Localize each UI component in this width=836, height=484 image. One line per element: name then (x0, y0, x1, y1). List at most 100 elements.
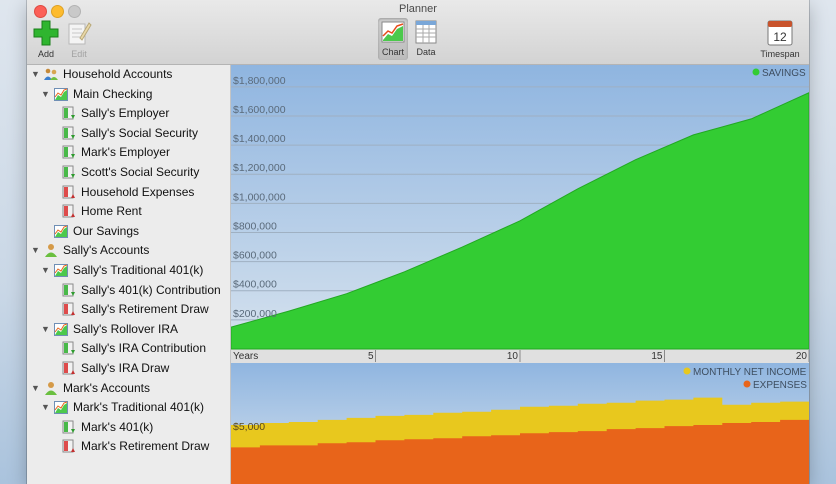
add-button[interactable]: Add (31, 20, 61, 59)
sidebar-item-label: Mark's Traditional 401(k) (73, 400, 205, 415)
account-chart-icon (54, 264, 68, 277)
sidebar-item[interactable]: ▼ Main Checking (27, 85, 230, 105)
disclosure-triangle-icon[interactable]: ▼ (31, 245, 40, 255)
savings-y-tick-label: $600,000 (233, 250, 277, 262)
monthly-net-income-legend-label: MONTHLY NET INCOME (693, 367, 807, 378)
disclosure-triangle-icon[interactable]: ▼ (41, 402, 50, 412)
income-icon (62, 341, 75, 355)
sidebar-item[interactable]: Sally's Employer (27, 104, 230, 124)
account-chart-icon (54, 401, 68, 415)
window-title: Planner (399, 3, 437, 15)
title-bar: Planner Add Edit Chart Data 12 Timespan (27, 0, 809, 65)
x-tick-label: 15 (651, 351, 663, 362)
chart-view-button[interactable]: Chart (378, 18, 408, 60)
savings-y-tick-label: $1,200,000 (233, 162, 286, 174)
sidebar-item[interactable]: ▼ Sally's Rollover IRA (27, 320, 230, 340)
data-view-button[interactable]: Data (411, 20, 441, 57)
savings-y-tick-label: $1,800,000 (233, 75, 286, 87)
chart-label: Chart (381, 47, 404, 57)
income-icon (62, 106, 75, 120)
x-axis-title: Years (233, 351, 258, 362)
edit-button[interactable]: Edit (64, 20, 94, 59)
income-icon (62, 283, 75, 297)
expenses-legend-swatch (743, 380, 751, 388)
disclosure-triangle-icon[interactable]: ▼ (41, 324, 50, 334)
sidebar-item-label: Home Rent (81, 204, 142, 219)
savings-legend-label: SAVINGS (762, 68, 806, 79)
savings-y-tick-label: $1,000,000 (233, 191, 286, 203)
income-y-axis-labels: $5,000 (233, 421, 265, 433)
sidebar-item-label: Main Checking (73, 86, 153, 101)
sidebar-item[interactable]: Our Savings (27, 222, 230, 242)
sidebar-item-label: Mark's Employer (81, 145, 170, 160)
sidebar-item[interactable]: Mark's Employer (27, 143, 230, 163)
savings-y-tick-label: $200,000 (233, 308, 277, 320)
expense-icon (62, 361, 75, 375)
sidebar-item[interactable]: Sally's IRA Contribution (27, 339, 230, 359)
sidebar-item[interactable]: Scott's Social Security (27, 163, 230, 183)
person-icon (45, 381, 57, 395)
calendar-icon: 12 (767, 20, 793, 46)
edit-label: Edit (71, 49, 87, 59)
account-chart-icon (54, 322, 68, 336)
income-icon (62, 420, 75, 434)
table-icon (415, 20, 437, 44)
sidebar-item-label: Sally's Traditional 401(k) (73, 263, 204, 277)
sidebar-item[interactable]: Mark's Retirement Draw (27, 437, 230, 457)
sidebar-item[interactable]: ▼ Sally's Traditional 401(k) (27, 261, 230, 281)
sidebar-item[interactable]: ▼ Household Accounts (27, 65, 230, 85)
expense-icon (62, 185, 75, 199)
expense-icon (62, 204, 75, 218)
sidebar-item-label: Sally's IRA Contribution (81, 341, 207, 356)
expense-icon (62, 302, 75, 316)
sidebar-item-label: Sally's Employer (81, 106, 170, 121)
disclosure-triangle-icon[interactable]: ▼ (31, 69, 40, 79)
sidebar-item-label: Mark's 401(k) (81, 419, 154, 434)
sidebar-item[interactable]: Mark's 401(k) (27, 418, 230, 438)
edit-pencil-icon (68, 22, 92, 45)
sidebar-item[interactable]: ▼ Mark's Accounts (27, 379, 230, 399)
sidebar-item-label: Household Expenses (81, 184, 195, 199)
sidebar-item[interactable]: ▼ Mark's Traditional 401(k) (27, 398, 230, 418)
sidebar-item[interactable]: Sally's Social Security (27, 124, 230, 144)
sidebar-item-label: Mark's Accounts (63, 380, 150, 395)
disclosure-triangle-icon[interactable]: ▼ (31, 383, 40, 393)
monthly-net-income-legend-swatch (683, 367, 691, 375)
sidebar-item-label: Household Accounts (63, 67, 173, 81)
sidebar-item-label: Sally's Accounts (63, 243, 150, 258)
disclosure-triangle-icon[interactable]: ▼ (41, 265, 50, 275)
planner-window: Planner Add Edit Chart Data 12 Timespan … (27, 0, 809, 484)
sidebar-item[interactable]: Sally's 401(k) Contribution (27, 281, 230, 301)
charts-svg: $200,000 $400,000 $600,000 $800,000 $1,000,0… (231, 65, 809, 484)
disclosure-triangle-icon[interactable]: ▼ (41, 89, 50, 99)
sidebar-item-label: Our Savings (73, 223, 140, 238)
income-icon (62, 165, 75, 179)
sidebar-item-label: Sally's Retirement Draw (81, 302, 209, 317)
income-y-tick-label: $5,000 (233, 421, 265, 433)
sidebar-item-label: Mark's Retirement Draw (81, 439, 210, 454)
sidebar-item-label: Sally's 401(k) Contribution (81, 282, 221, 297)
sidebar-item[interactable]: Home Rent (27, 202, 230, 222)
expenses-legend-label: EXPENSES (753, 380, 807, 391)
sidebar-item-label: Sally's IRA Draw (81, 361, 170, 375)
sidebar-item[interactable]: ▼ Sally's Accounts (27, 241, 230, 261)
savings-y-tick-label: $1,400,000 (233, 133, 286, 145)
chart-area: $200,000 $400,000 $600,000 $800,000 $1,000,0… (231, 65, 809, 484)
sidebar-item-label: Sally's Rollover IRA (73, 321, 178, 336)
timespan-button[interactable]: 12 Timespan (756, 20, 804, 59)
data-label: Data (416, 47, 436, 57)
timespan-label: Timespan (760, 49, 800, 59)
sidebar-item[interactable]: Sally's Retirement Draw (27, 300, 230, 320)
account-chart-icon (54, 87, 68, 101)
chart-icon (381, 21, 405, 43)
sidebar-item[interactable]: Household Expenses (27, 183, 230, 203)
sidebar-item[interactable]: Sally's IRA Draw (27, 359, 230, 379)
sidebar-item-label: Scott's Social Security (81, 165, 200, 179)
person-icon (45, 244, 57, 258)
add-label: Add (37, 49, 54, 59)
household-icon (44, 68, 58, 80)
income-icon (62, 126, 75, 140)
sidebar-item-label: Sally's Social Security (81, 125, 198, 140)
income-icon (62, 145, 75, 159)
expense-icon (62, 439, 75, 453)
